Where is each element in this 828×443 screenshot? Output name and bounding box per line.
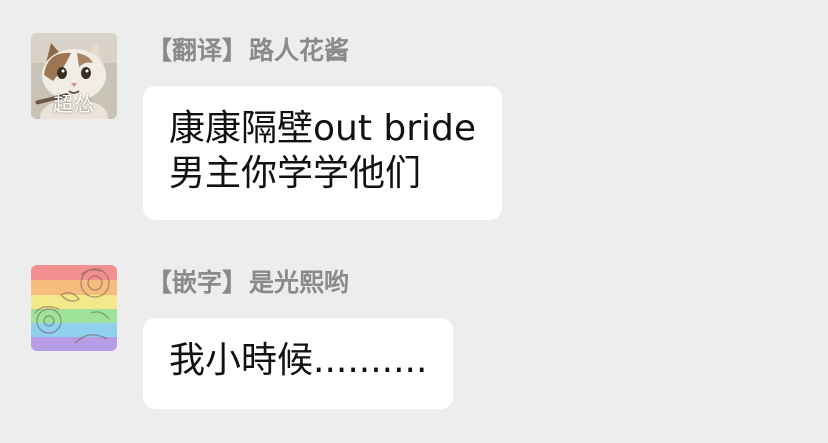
sender-name: 【嵌字】是光熙哟 bbox=[147, 265, 349, 301]
rainbow-flower-avatar-icon bbox=[31, 265, 117, 351]
message-text-line: 男主你学学他们 bbox=[169, 153, 422, 194]
sender-name: 【翻译】路人花酱 bbox=[147, 33, 349, 69]
sender-tag: 【嵌字】 bbox=[147, 268, 248, 297]
sender-nickname: 是光熙哟 bbox=[249, 268, 350, 297]
message-bubble[interactable]: 康康隔壁out bride 男主你学学他们 bbox=[143, 86, 503, 220]
sender-avatar[interactable]: 超怂 bbox=[31, 33, 117, 119]
sender-nickname: 路人花酱 bbox=[249, 36, 350, 65]
avatar-caption: 超怂 bbox=[53, 92, 95, 116]
sender-avatar[interactable] bbox=[31, 265, 117, 351]
message-bubble[interactable]: 我小時候.......... bbox=[143, 318, 454, 409]
message-text-line: 康康隔壁out bride bbox=[169, 108, 477, 149]
message-text-line: 我小時候.......... bbox=[169, 340, 428, 381]
sender-tag: 【翻译】 bbox=[147, 36, 248, 65]
